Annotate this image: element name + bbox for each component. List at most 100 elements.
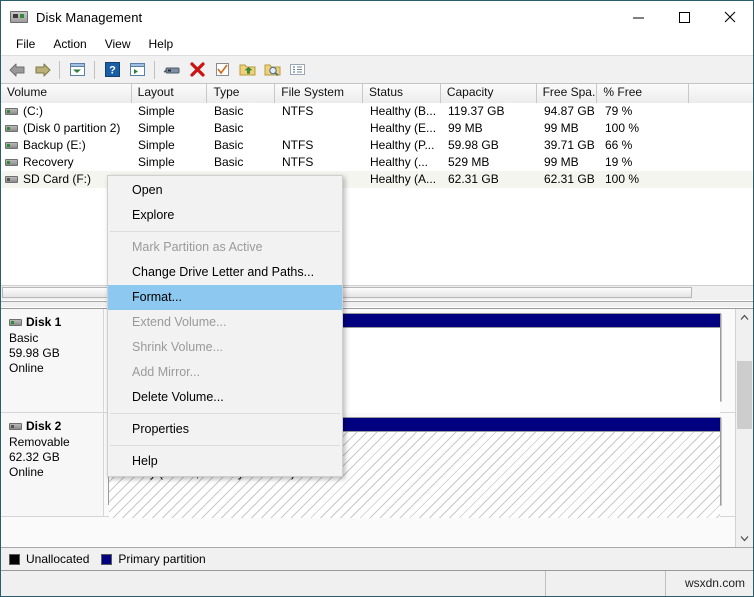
toolbar: ?	[1, 56, 753, 84]
cell-percent-free: 100 %	[599, 171, 691, 188]
status-bar: wsxdn.com	[1, 570, 753, 596]
cell-status: Healthy (...	[364, 154, 442, 171]
context-menu-item-properties[interactable]: Properties	[108, 417, 342, 442]
context-menu-item-help[interactable]: Help	[108, 449, 342, 474]
toolbar-separator	[59, 61, 60, 79]
new-folder-icon[interactable]	[235, 58, 259, 81]
disk-status: Online	[9, 361, 97, 376]
drive-icon	[5, 142, 18, 149]
title-bar: Disk Management	[1, 1, 753, 33]
cell-file-system: NTFS	[276, 154, 364, 171]
menu-item-help[interactable]: Help	[140, 35, 183, 53]
forward-icon[interactable]	[30, 58, 54, 81]
cell-volume: Backup (E:)	[1, 137, 132, 154]
context-menu-item-extend-volume: Extend Volume...	[108, 310, 342, 335]
cell-file-system: NTFS	[276, 137, 364, 154]
disk-name-row: Disk 1	[9, 315, 97, 330]
disk-name-row: Disk 2	[9, 419, 97, 434]
column-header-layout[interactable]: Layout	[132, 84, 208, 103]
legend-label-unallocated: Unallocated	[26, 552, 89, 566]
legend-swatch-unallocated	[9, 554, 20, 565]
status-segment-2	[546, 571, 666, 596]
disk-capacity: 62.32 GB	[9, 450, 97, 465]
column-header-free-space[interactable]: Free Spa...	[537, 84, 598, 103]
cell-percent-free: 100 %	[599, 120, 691, 137]
scrollbar-thumb[interactable]	[737, 361, 752, 429]
toolbar-separator	[154, 61, 155, 79]
disk-icon	[9, 319, 22, 326]
cell-layout: Simple	[132, 137, 208, 154]
cell-capacity: 99 MB	[442, 120, 538, 137]
column-header-volume[interactable]: Volume	[1, 84, 132, 103]
cell-file-system	[276, 120, 364, 137]
disk-capacity: 59.98 GB	[9, 346, 97, 361]
cell-type: Basic	[208, 120, 276, 137]
toolbar-separator	[94, 61, 95, 79]
table-row[interactable]: Recovery Simple Basic NTFS Healthy (... …	[1, 154, 753, 171]
cell-volume: (Disk 0 partition 2)	[1, 120, 132, 137]
context-menu-item-change-drive-letter-and-paths[interactable]: Change Drive Letter and Paths...	[108, 260, 342, 285]
column-header-capacity[interactable]: Capacity	[441, 84, 537, 103]
status-segment-1	[1, 571, 546, 596]
cell-capacity: 59.98 GB	[442, 137, 538, 154]
menu-item-action[interactable]: Action	[44, 35, 95, 53]
column-header-status[interactable]: Status	[363, 84, 441, 103]
drive-icon	[5, 159, 18, 166]
table-row[interactable]: (Disk 0 partition 2) Simple Basic Health…	[1, 120, 753, 137]
disk-management-icon	[10, 8, 28, 26]
maximize-button[interactable]	[661, 1, 707, 33]
context-menu-item-mark-partition-as-active: Mark Partition as Active	[108, 235, 342, 260]
svg-text:?: ?	[109, 65, 116, 77]
context-menu-separator	[110, 445, 340, 446]
cell-volume-label: Recovery	[23, 154, 74, 171]
list-view-icon[interactable]	[285, 58, 309, 81]
cell-percent-free: 19 %	[599, 154, 691, 171]
table-row[interactable]: (C:) Simple Basic NTFS Healthy (B... 119…	[1, 103, 753, 120]
cell-volume-label: Backup (E:)	[23, 137, 86, 154]
drive-icon	[5, 176, 18, 183]
cell-capacity: 62.31 GB	[442, 171, 538, 188]
context-menu-item-explore[interactable]: Explore	[108, 203, 342, 228]
context-menu-item-shrink-volume: Shrink Volume...	[108, 335, 342, 360]
properties-icon[interactable]	[210, 58, 234, 81]
scroll-up-icon[interactable]	[736, 309, 753, 326]
context-menu-item-open[interactable]: Open	[108, 178, 342, 203]
cell-status: Healthy (P...	[364, 137, 442, 154]
column-header-file-system[interactable]: File System	[275, 84, 363, 103]
column-header-filler[interactable]	[689, 84, 753, 103]
disk-icon	[9, 423, 22, 430]
cell-volume-label: SD Card (F:)	[23, 171, 91, 188]
cell-free-space: 39.71 GB	[538, 137, 599, 154]
show-hide-console-tree-icon[interactable]	[125, 58, 149, 81]
help-icon[interactable]: ?	[100, 58, 124, 81]
cell-type: Basic	[208, 154, 276, 171]
menu-item-view[interactable]: View	[96, 35, 140, 53]
cell-status: Healthy (E...	[364, 120, 442, 137]
column-header-percent-free[interactable]: % Free	[597, 84, 689, 103]
scrollbar-thumb[interactable]	[2, 287, 692, 298]
up-one-level-icon[interactable]	[65, 58, 89, 81]
column-header-type[interactable]: Type	[207, 84, 275, 103]
menu-bar: File Action View Help	[1, 33, 753, 56]
table-row[interactable]: Backup (E:) Simple Basic NTFS Healthy (P…	[1, 137, 753, 154]
disk-info: Disk 2 Removable 62.32 GB Online	[1, 413, 104, 516]
close-button[interactable]	[707, 1, 753, 33]
disk-view-vertical-scrollbar[interactable]	[735, 309, 753, 547]
scroll-down-icon[interactable]	[736, 530, 753, 547]
delete-icon[interactable]	[185, 58, 209, 81]
disk-name: Disk 2	[26, 419, 61, 434]
drive-icon	[5, 125, 18, 132]
context-menu-item-delete-volume[interactable]: Delete Volume...	[108, 385, 342, 410]
legend-label-primary-partition: Primary partition	[118, 552, 205, 566]
minimize-button[interactable]	[615, 1, 661, 33]
back-icon[interactable]	[5, 58, 29, 81]
search-folder-icon[interactable]	[260, 58, 284, 81]
context-menu-item-format[interactable]: Format...	[108, 285, 342, 310]
cell-capacity: 529 MB	[442, 154, 538, 171]
cell-layout: Simple	[132, 154, 208, 171]
volume-list-header: Volume Layout Type File System Status Ca…	[1, 84, 753, 103]
rescan-disks-icon[interactable]	[160, 58, 184, 81]
cell-volume-label: (C:)	[23, 103, 43, 120]
menu-item-file[interactable]: File	[7, 35, 44, 53]
context-menu-separator	[110, 413, 340, 414]
